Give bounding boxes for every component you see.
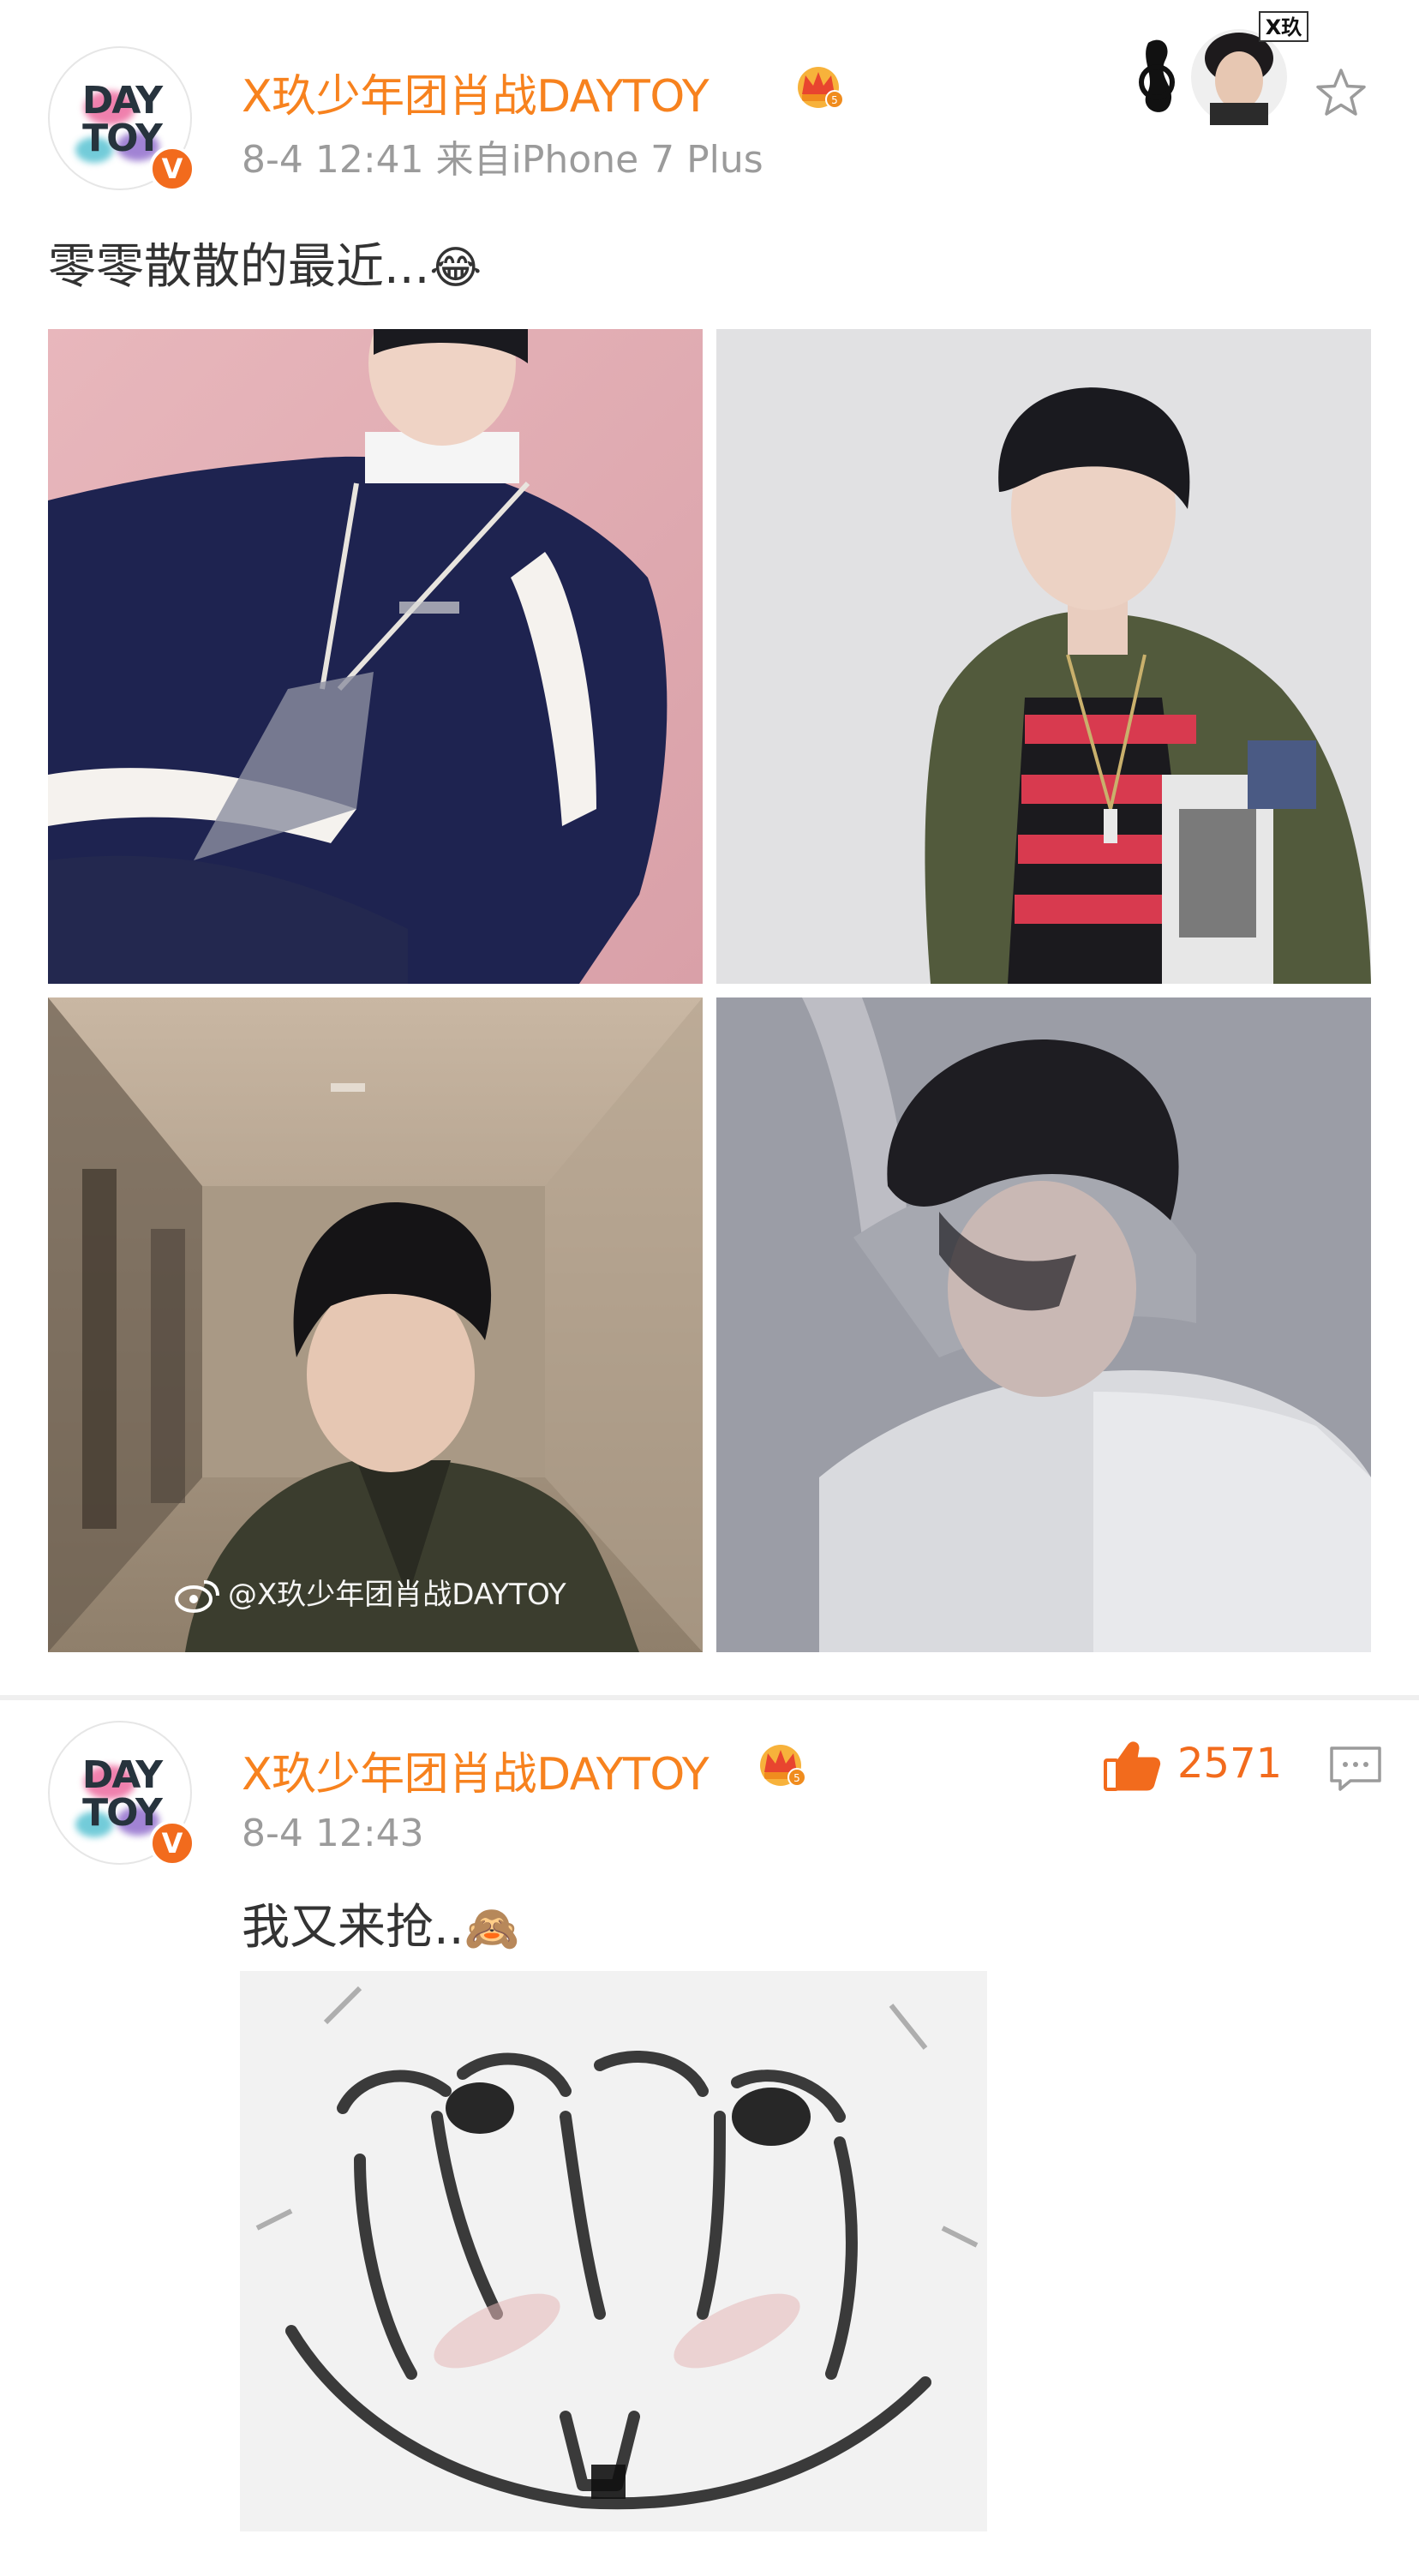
thumbs-up-icon[interactable] — [1102, 1738, 1162, 1793]
photo-sleeping-white-shirt[interactable] — [716, 997, 1371, 1652]
post-text: 零零散散的最近...😂 — [48, 228, 482, 297]
laughing-crying-emoji-icon: 😂 — [429, 243, 482, 294]
card-badge-text: X玖 — [1266, 15, 1302, 39]
comment-meta: 8-4 12:43 — [242, 1812, 424, 1855]
comment-text: 我又来抢..🙈 — [242, 1889, 519, 1958]
weibo-watermark-text: @X玖少年团肖战DAYTOY — [228, 1578, 566, 1612]
photo-olive-jacket-striped-shirt[interactable] — [716, 329, 1371, 984]
section-divider — [0, 1695, 1419, 1700]
comment-icon[interactable] — [1328, 1745, 1383, 1793]
like-count: 2571 — [1177, 1740, 1283, 1788]
avatar-logo-line1: DAY — [81, 1753, 163, 1797]
svg-text:5: 5 — [793, 1772, 800, 1784]
avatar-logo-line1: DAY — [81, 79, 163, 123]
comment-username[interactable]: X玖少年团肖战DAYTOY — [242, 1738, 710, 1802]
photo-navy-sweater[interactable] — [48, 329, 703, 984]
svg-text:5: 5 — [831, 94, 838, 106]
verified-badge-icon: V — [149, 146, 195, 192]
photo-hallway-olive-jacket[interactable]: @X玖少年团肖战DAYTOY — [48, 997, 703, 1652]
crown-icon: 5 — [760, 1745, 806, 1787]
post-meta: 8-4 12:41 来自iPhone 7 Plus — [242, 138, 763, 182]
see-no-evil-emoji-icon: 🙈 — [464, 1903, 520, 1955]
verified-badge-icon: V — [149, 1820, 195, 1866]
comment-text-body: 我又来抢.. — [242, 1900, 464, 1956]
post-username[interactable]: X玖少年团肖战DAYTOY — [242, 60, 710, 124]
card-decoration[interactable]: X玖 — [1131, 9, 1311, 125]
comment-image-hands-sketch[interactable] — [240, 1971, 987, 2531]
crown-icon: 5 — [798, 67, 844, 109]
star-icon[interactable] — [1313, 65, 1369, 122]
post-text-body: 零零散散的最近... — [48, 239, 430, 295]
